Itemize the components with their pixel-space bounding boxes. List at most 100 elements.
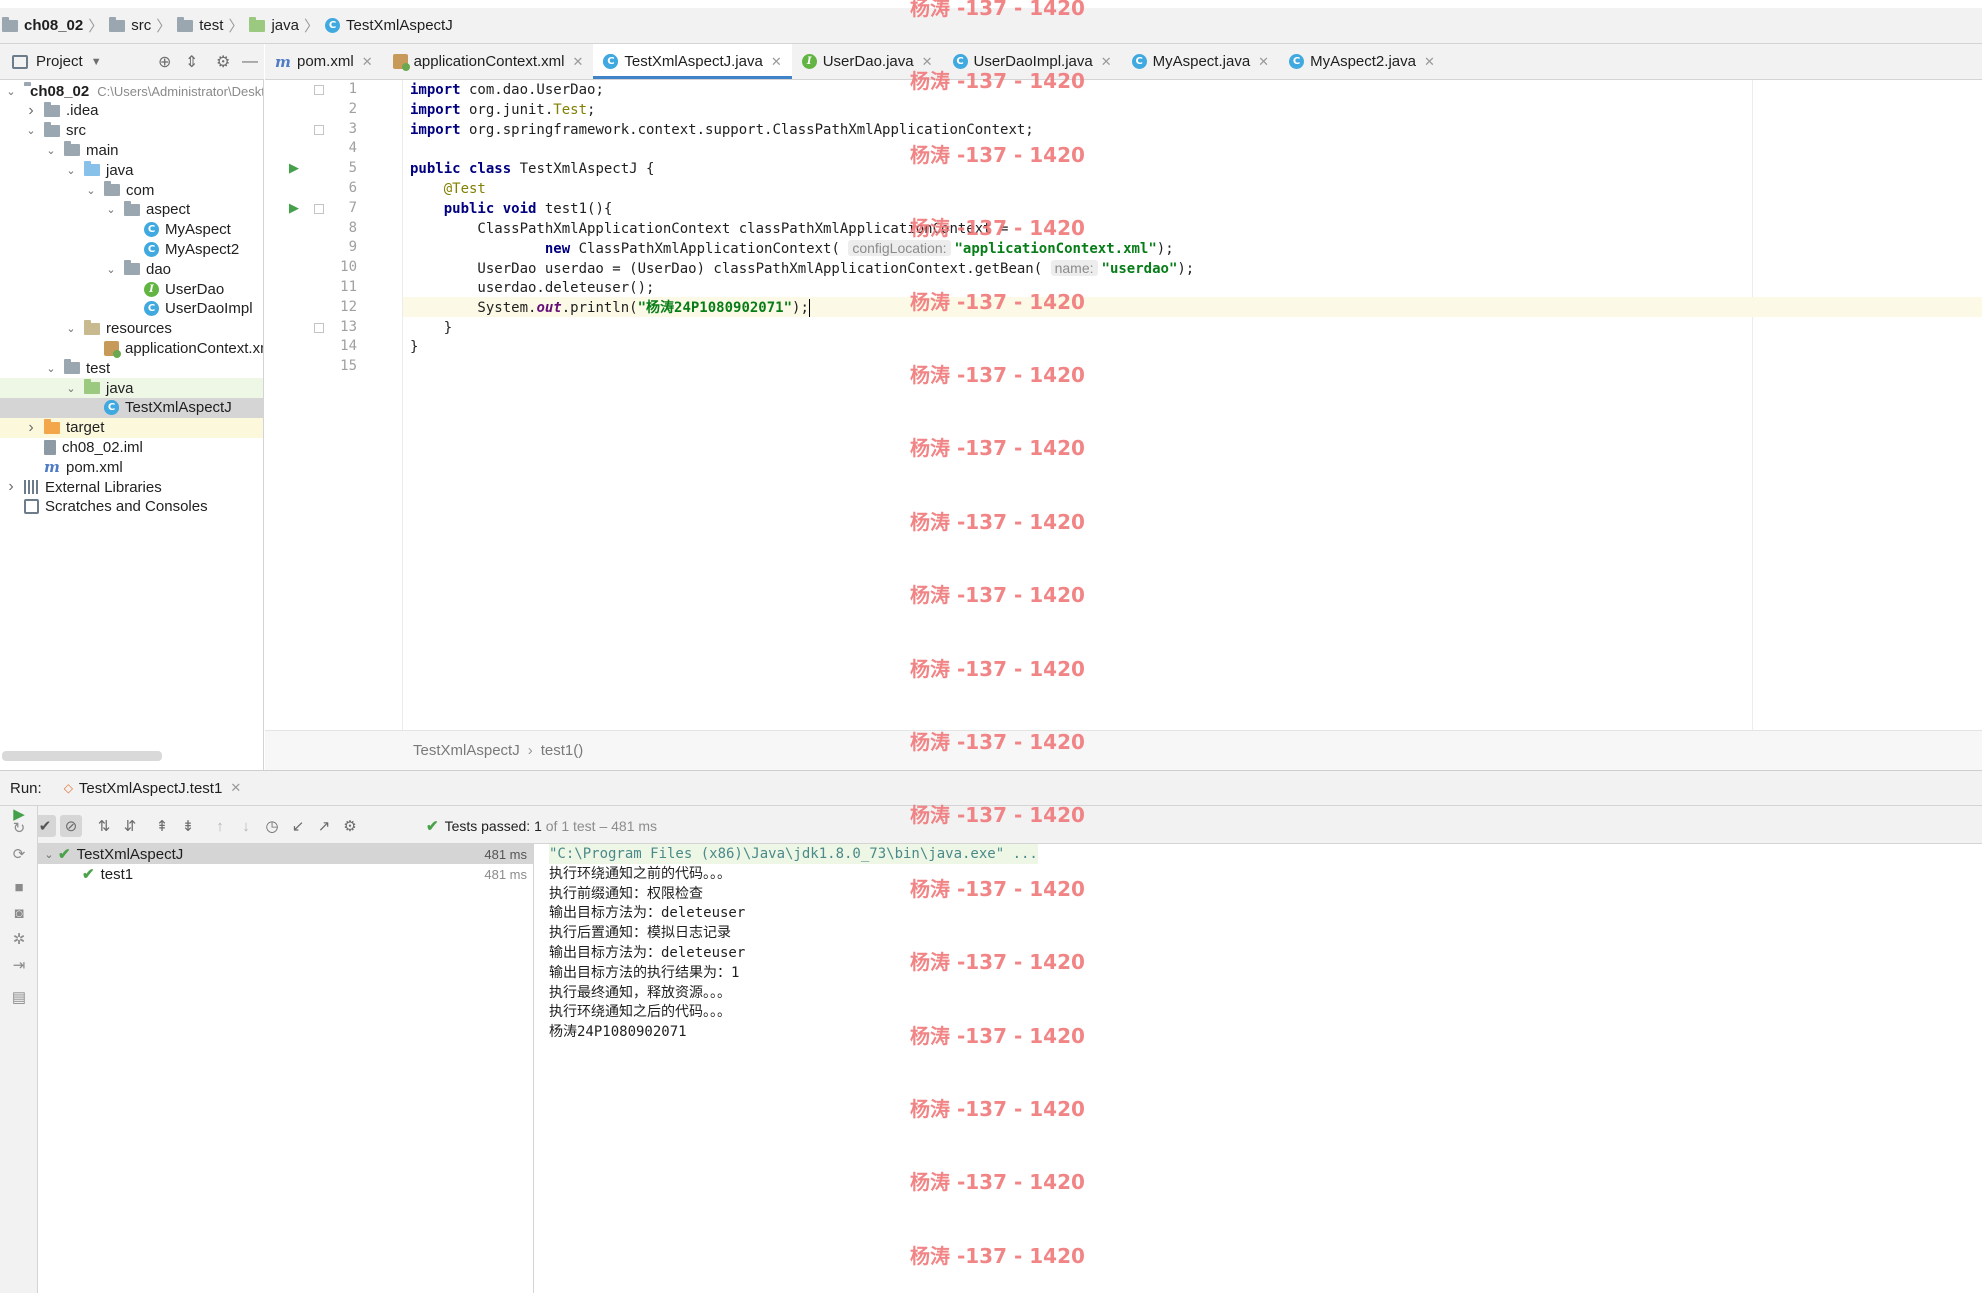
close-icon[interactable]: ✕ [771, 54, 782, 70]
toggle-auto-test-icon[interactable]: ⟳ [8, 843, 30, 865]
tree-item-src[interactable]: ⌄ src [0, 121, 263, 141]
tree-item-target[interactable]: › target [0, 417, 263, 438]
console-output[interactable]: "C:\Program Files (x86)\Java\jdk1.8.0_73… [535, 844, 1982, 1293]
tab-userdao-java[interactable]: I UserDao.java ✕ [792, 44, 943, 79]
previous-failed-icon[interactable]: ↑ [209, 815, 231, 837]
close-icon[interactable]: ✕ [1258, 54, 1269, 70]
tree-item-external-libraries[interactable]: › External Libraries [0, 477, 263, 497]
run-config-icon: ◇ [63, 781, 73, 795]
layout-icon[interactable]: ▤ [8, 986, 30, 1008]
chevron-down-icon[interactable]: ⌄ [4, 85, 18, 98]
gear-icon[interactable]: ⚙ [339, 815, 361, 837]
tab-myaspect2-java[interactable]: C MyAspect2.java ✕ [1279, 44, 1445, 79]
tree-item-java[interactable]: ⌄ java [0, 378, 263, 398]
chevron-down-icon[interactable]: ⌄ [64, 164, 78, 177]
chevron-down-icon[interactable]: ⌄ [42, 848, 56, 861]
gear-icon[interactable]: ⚙ [216, 52, 230, 72]
tree-item-main[interactable]: ⌄ main [0, 140, 263, 160]
editor-breadcrumb-class[interactable]: TestXmlAspectJ [413, 742, 520, 759]
run-config-tab[interactable]: ◇ TestXmlAspectJ.test1 ✕ [64, 780, 242, 797]
chevron-down-icon[interactable]: ⌄ [104, 203, 118, 216]
tree-item-userdao[interactable]: I UserDao [0, 279, 263, 299]
next-failed-icon[interactable]: ↓ [235, 815, 257, 837]
camera-icon[interactable]: ◙ [8, 902, 30, 924]
chevron-down-icon[interactable]: ⌄ [44, 144, 58, 157]
run-test-icon[interactable]: ▶ [289, 200, 305, 216]
close-icon[interactable]: ✕ [1424, 54, 1435, 70]
tree-item-ch08-02[interactable]: ⌄ ch08_02 C:\Users\Administrator\Deskt [0, 81, 263, 101]
chevron-down-icon[interactable]: ⌄ [104, 263, 118, 276]
chevron-right-icon[interactable]: › [4, 478, 18, 496]
code-editor[interactable]: 1 2 3 4 5 6 7 8 9 10 11 12 13 14 15 import com.dao.Use… [265, 80, 1982, 730]
breadcrumb-module[interactable]: ch08_02 〉 [2, 15, 109, 36]
tab-testxmlaspectj-java[interactable]: C TestXmlAspectJ.java ✕ [593, 44, 793, 79]
tree-item-pom-xml[interactable]: m pom.xml [0, 457, 263, 477]
tree-item-scratches-and-consoles[interactable]: Scratches and Consoles [0, 497, 263, 517]
close-icon[interactable]: ✕ [573, 54, 584, 70]
tree-item-userdaoimpl[interactable]: C UserDaoImpl [0, 299, 263, 319]
test-node[interactable]: ✔ test1 481 ms [38, 864, 533, 884]
fold-marker-icon[interactable] [314, 124, 324, 135]
history-icon[interactable]: ◷ [261, 815, 283, 837]
tree-item-test[interactable]: ⌄ test [0, 358, 263, 378]
chevron-down-icon[interactable]: ⌄ [84, 184, 98, 197]
tab-myaspect-java[interactable]: C MyAspect.java ✕ [1122, 44, 1279, 79]
tree-item-applicationcontext-xml[interactable]: applicationContext.xml [0, 338, 263, 358]
tab-userdaoimpl-java[interactable]: C UserDaoImpl.java ✕ [943, 44, 1122, 79]
sort-by-duration-icon[interactable]: ⇵ [119, 815, 141, 837]
tree-item-ch08-02-iml[interactable]: ch08_02.iml [0, 437, 263, 457]
close-icon[interactable]: ✕ [362, 54, 373, 70]
breadcrumb-test[interactable]: test 〉 [177, 15, 249, 36]
chevron-right-icon[interactable]: › [24, 102, 38, 120]
show-ignored-icon[interactable]: ⊘ [60, 815, 82, 837]
breadcrumb-src[interactable]: src 〉 [109, 15, 177, 36]
run-side-toolbar: ▶ ↻ ⟳ ■ ◙ ✲ ⇥ ▤ [0, 806, 38, 1293]
chevron-down-icon[interactable]: ⌄ [24, 124, 38, 137]
tree-item-label: src [66, 122, 86, 140]
horizontal-scrollbar[interactable] [2, 751, 162, 761]
tree-item-resources[interactable]: ⌄ resources [0, 319, 263, 339]
editor-breadcrumb-method[interactable]: test1() [541, 742, 584, 759]
chevron-down-icon[interactable]: ⌄ [64, 322, 78, 335]
tab-pom-xml[interactable]: m pom.xml ✕ [265, 44, 383, 79]
chevron-down-icon[interactable]: ▼ [91, 56, 102, 68]
close-icon[interactable]: ✕ [922, 54, 933, 70]
tree-item-dao[interactable]: ⌄ dao [0, 259, 263, 279]
chevron-right-icon[interactable]: › [24, 419, 38, 437]
fold-marker-icon[interactable] [314, 85, 324, 95]
test-node[interactable]: ⌄ ✔ TestXmlAspectJ 481 ms [38, 844, 533, 864]
import-tests-icon[interactable]: ↙ [287, 815, 309, 837]
tab-applicationcontext-xml[interactable]: applicationContext.xml ✕ [383, 44, 594, 79]
tree-item-com[interactable]: ⌄ com [0, 180, 263, 200]
breadcrumb-class[interactable]: C TestXmlAspectJ [325, 17, 453, 34]
stop-icon[interactable]: ■ [8, 876, 30, 898]
project-view-selector[interactable]: Project [36, 53, 83, 70]
rerun-failed-icon[interactable]: ↻ [8, 817, 30, 839]
settings-icon[interactable]: ✲ [8, 928, 30, 950]
run-test-icon[interactable]: ▶ [289, 160, 305, 176]
tree-item--idea[interactable]: › .idea [0, 101, 263, 121]
collapse-all-icon[interactable]: ⇕ [185, 52, 198, 72]
locate-icon[interactable]: ⊕ [158, 52, 171, 72]
exit-icon[interactable]: ⇥ [8, 954, 30, 976]
tree-item-myaspect2[interactable]: C MyAspect2 [0, 239, 263, 259]
chevron-down-icon[interactable]: ⌄ [64, 382, 78, 395]
close-icon[interactable]: ✕ [230, 780, 241, 796]
breadcrumb-java[interactable]: java 〉 [249, 15, 325, 36]
tree-item-java[interactable]: ⌄ java [0, 160, 263, 180]
fold-marker-icon[interactable] [314, 203, 324, 214]
tree-item-testxmlaspectj[interactable]: C TestXmlAspectJ [0, 397, 263, 418]
fold-marker-icon[interactable] [314, 322, 324, 333]
code-token: "applicationContext.xml" [954, 241, 1157, 258]
class-icon: C [144, 222, 159, 238]
expand-all-icon[interactable]: ⇞ [151, 815, 173, 837]
export-tests-icon[interactable]: ↗ [313, 815, 335, 837]
collapse-all-icon[interactable]: ⇟ [177, 815, 199, 837]
sort-alphabetically-icon[interactable]: ⇅ [93, 815, 115, 837]
hide-panel-icon[interactable]: — [242, 53, 258, 71]
close-icon[interactable]: ✕ [1101, 54, 1112, 70]
tree-item-myaspect[interactable]: C MyAspect [0, 220, 263, 240]
chevron-down-icon[interactable]: ⌄ [44, 362, 58, 375]
code-area[interactable]: import com.dao.UserDao; import org.junit.… [265, 80, 1982, 730]
tree-item-aspect[interactable]: ⌄ aspect [0, 200, 263, 220]
